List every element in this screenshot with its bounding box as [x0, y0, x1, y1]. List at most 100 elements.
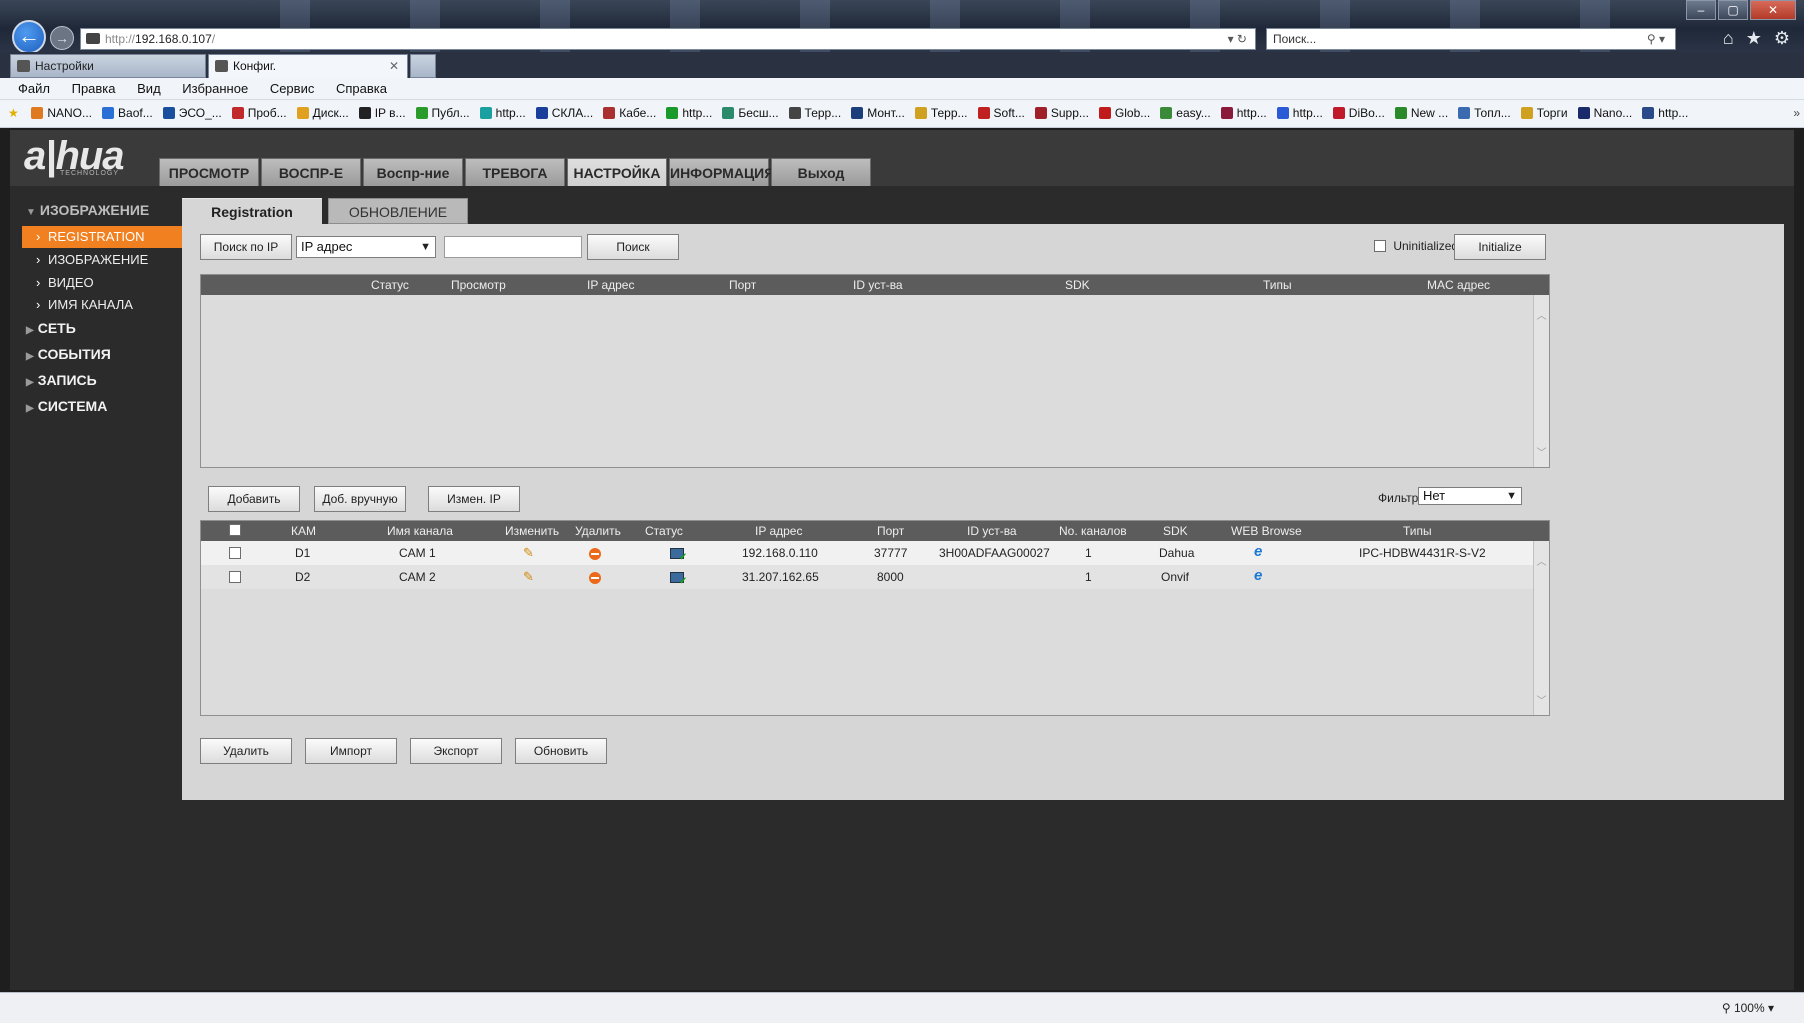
sidebar-group-network[interactable]: ▶ СЕТЬ — [26, 320, 76, 336]
col-view[interactable]: Просмотр — [451, 278, 506, 292]
col-types[interactable]: Типы — [1263, 278, 1292, 292]
favorite-link[interactable]: Бесш... — [722, 100, 779, 127]
favorite-link[interactable]: Диск... — [296, 100, 349, 127]
main-tab-playback[interactable]: ВОСПР-Е — [261, 158, 361, 186]
favorite-link[interactable]: http... — [1642, 100, 1688, 127]
favorite-link[interactable]: http... — [1220, 100, 1267, 127]
close-window-button[interactable]: ✕ — [1750, 0, 1796, 20]
minimize-button[interactable]: – — [1686, 0, 1716, 20]
favorite-link[interactable]: Терр... — [788, 100, 841, 127]
sidebar-group-events[interactable]: ▶ СОБЫТИЯ — [26, 346, 111, 362]
menu-tools[interactable]: Сервис — [270, 81, 315, 96]
col-delete[interactable]: Удалить — [575, 524, 621, 538]
menu-file[interactable]: Файл — [18, 81, 50, 96]
favorite-link[interactable]: Публ... — [415, 100, 470, 127]
favorite-link[interactable]: ЭСО_... — [162, 100, 222, 127]
edit-pencil-icon[interactable]: ✎ — [523, 545, 534, 561]
favorite-link[interactable]: Монт... — [851, 100, 905, 127]
main-tab-alarm[interactable]: ТРЕВОГА — [465, 158, 565, 186]
favorite-link[interactable]: Baof... — [102, 100, 153, 127]
favorite-link[interactable]: Проб... — [231, 100, 287, 127]
sub-tab-registration[interactable]: Registration — [182, 198, 322, 224]
initialize-button[interactable]: Initialize — [1454, 234, 1546, 260]
sidebar-item-channel-name[interactable]: › ИМЯ КАНАЛА — [22, 294, 182, 316]
col-cam[interactable]: КАМ — [291, 524, 316, 538]
col-status[interactable]: Статус — [645, 524, 683, 538]
select-all-checkbox[interactable] — [229, 524, 241, 536]
favorite-link[interactable]: Кабе... — [603, 100, 656, 127]
col-status[interactable]: Статус — [371, 278, 409, 292]
menu-help[interactable]: Справка — [336, 81, 387, 96]
tab-config[interactable]: Конфиг. ✕ — [208, 54, 408, 78]
favorites-star-icon[interactable]: ★ — [8, 100, 24, 127]
favorite-link[interactable]: Nano... — [1577, 100, 1632, 127]
favorite-link[interactable]: New ... — [1394, 100, 1448, 127]
scroll-up-icon[interactable]: ︿ — [1534, 553, 1549, 568]
favorite-link[interactable]: Терр... — [914, 100, 968, 127]
new-tab-button[interactable] — [410, 54, 436, 78]
browser-search-input[interactable]: Поиск... ⚲ ▾ — [1266, 28, 1676, 50]
maximize-button[interactable]: ▢ — [1718, 0, 1748, 20]
search-mode-select[interactable]: IP адрес ▼ — [296, 236, 436, 258]
col-channel-count[interactable]: No. каналов — [1059, 524, 1127, 538]
col-port[interactable]: Порт — [729, 278, 756, 292]
scroll-down-icon[interactable]: ﹀ — [1534, 444, 1549, 459]
favorite-link[interactable]: Торги — [1520, 100, 1568, 127]
search-button[interactable]: Поиск — [587, 234, 679, 260]
col-channel-name[interactable]: Имя канала — [387, 524, 453, 538]
sidebar-item-registration[interactable]: › REGISTRATION — [22, 226, 182, 248]
found-table-scrollbar[interactable]: ︿ ﹀ — [1533, 295, 1549, 467]
col-types[interactable]: Типы — [1403, 524, 1432, 538]
add-manual-button[interactable]: Доб. вручную — [314, 486, 406, 512]
search-text-input[interactable] — [444, 236, 582, 258]
col-device-id[interactable]: ID уст-ва — [853, 278, 903, 292]
table-row[interactable]: D1 CAM 1 ✎ 192.168.0.110 37777 3H00ADFAA… — [201, 541, 1533, 565]
menu-edit[interactable]: Правка — [72, 81, 116, 96]
scroll-up-icon[interactable]: ︿ — [1534, 307, 1549, 322]
favorite-link[interactable]: easy... — [1160, 100, 1211, 127]
table-row[interactable]: D2 CAM 2 ✎ 31.207.162.65 8000 1 Onvif e — [201, 565, 1533, 589]
import-button[interactable]: Импорт — [305, 738, 397, 764]
sidebar-item-image[interactable]: › ИЗОБРАЖЕНИЕ — [22, 249, 182, 271]
added-table-scrollbar[interactable]: ︿ ﹀ — [1533, 541, 1549, 715]
col-port[interactable]: Порт — [877, 524, 904, 538]
favorite-link[interactable]: Soft... — [977, 100, 1025, 127]
change-ip-button[interactable]: Измен. IP — [428, 486, 520, 512]
sidebar-group-image[interactable]: ▼ ИЗОБРАЖЕНИЕ — [26, 202, 149, 218]
delete-icon[interactable] — [589, 572, 601, 584]
row-checkbox[interactable] — [229, 571, 241, 583]
favorites-star-icon[interactable]: ★ — [1746, 28, 1762, 49]
favorite-link[interactable]: http... — [666, 100, 712, 127]
delete-icon[interactable] — [589, 548, 601, 560]
sidebar-group-system[interactable]: ▶ СИСТЕМА — [26, 398, 107, 414]
web-browser-e-icon[interactable]: e — [1254, 567, 1262, 584]
sub-tab-update[interactable]: ОБНОВЛЕНИЕ — [328, 198, 468, 224]
address-bar[interactable]: http://192.168.0.107/ ▾ ↻ — [80, 28, 1256, 50]
chevron-more-icon[interactable]: » — [1793, 100, 1800, 127]
favorite-link[interactable]: http... — [479, 100, 526, 127]
home-icon[interactable]: ⌂ — [1723, 28, 1734, 49]
delete-button[interactable]: Удалить — [200, 738, 292, 764]
favorite-link[interactable]: IP в... — [358, 100, 406, 127]
refresh-icon[interactable]: ▾ ↻ — [1228, 29, 1247, 49]
refresh-button[interactable]: Обновить — [515, 738, 607, 764]
export-button[interactable]: Экспорт — [410, 738, 502, 764]
gear-icon[interactable]: ⚙ — [1774, 28, 1790, 49]
favorite-link[interactable]: СКЛА... — [535, 100, 593, 127]
main-tab-logout[interactable]: Выход — [771, 158, 871, 186]
favorite-link[interactable]: Supp... — [1034, 100, 1089, 127]
uninitialized-checkbox[interactable] — [1374, 240, 1386, 252]
favorite-link[interactable]: Glob... — [1098, 100, 1150, 127]
zoom-level[interactable]: ⚲ 100% ▾ — [1722, 1001, 1774, 1015]
forward-button[interactable]: → — [50, 26, 74, 50]
col-ip[interactable]: IP адрес — [755, 524, 802, 538]
search-by-ip-button[interactable]: Поиск по IP — [200, 234, 292, 260]
col-mac[interactable]: MAC адрес — [1427, 278, 1490, 292]
sidebar-item-video[interactable]: › ВИДЕО — [22, 272, 182, 294]
filter-select[interactable]: Нет ▼ — [1418, 487, 1522, 505]
tab-settings[interactable]: Настройки — [10, 54, 206, 78]
add-button[interactable]: Добавить — [208, 486, 300, 512]
main-tab-info[interactable]: ИНФОРМАЦИЯ — [669, 158, 774, 186]
edit-pencil-icon[interactable]: ✎ — [523, 569, 534, 585]
favorite-link[interactable]: Топл... — [1458, 100, 1511, 127]
